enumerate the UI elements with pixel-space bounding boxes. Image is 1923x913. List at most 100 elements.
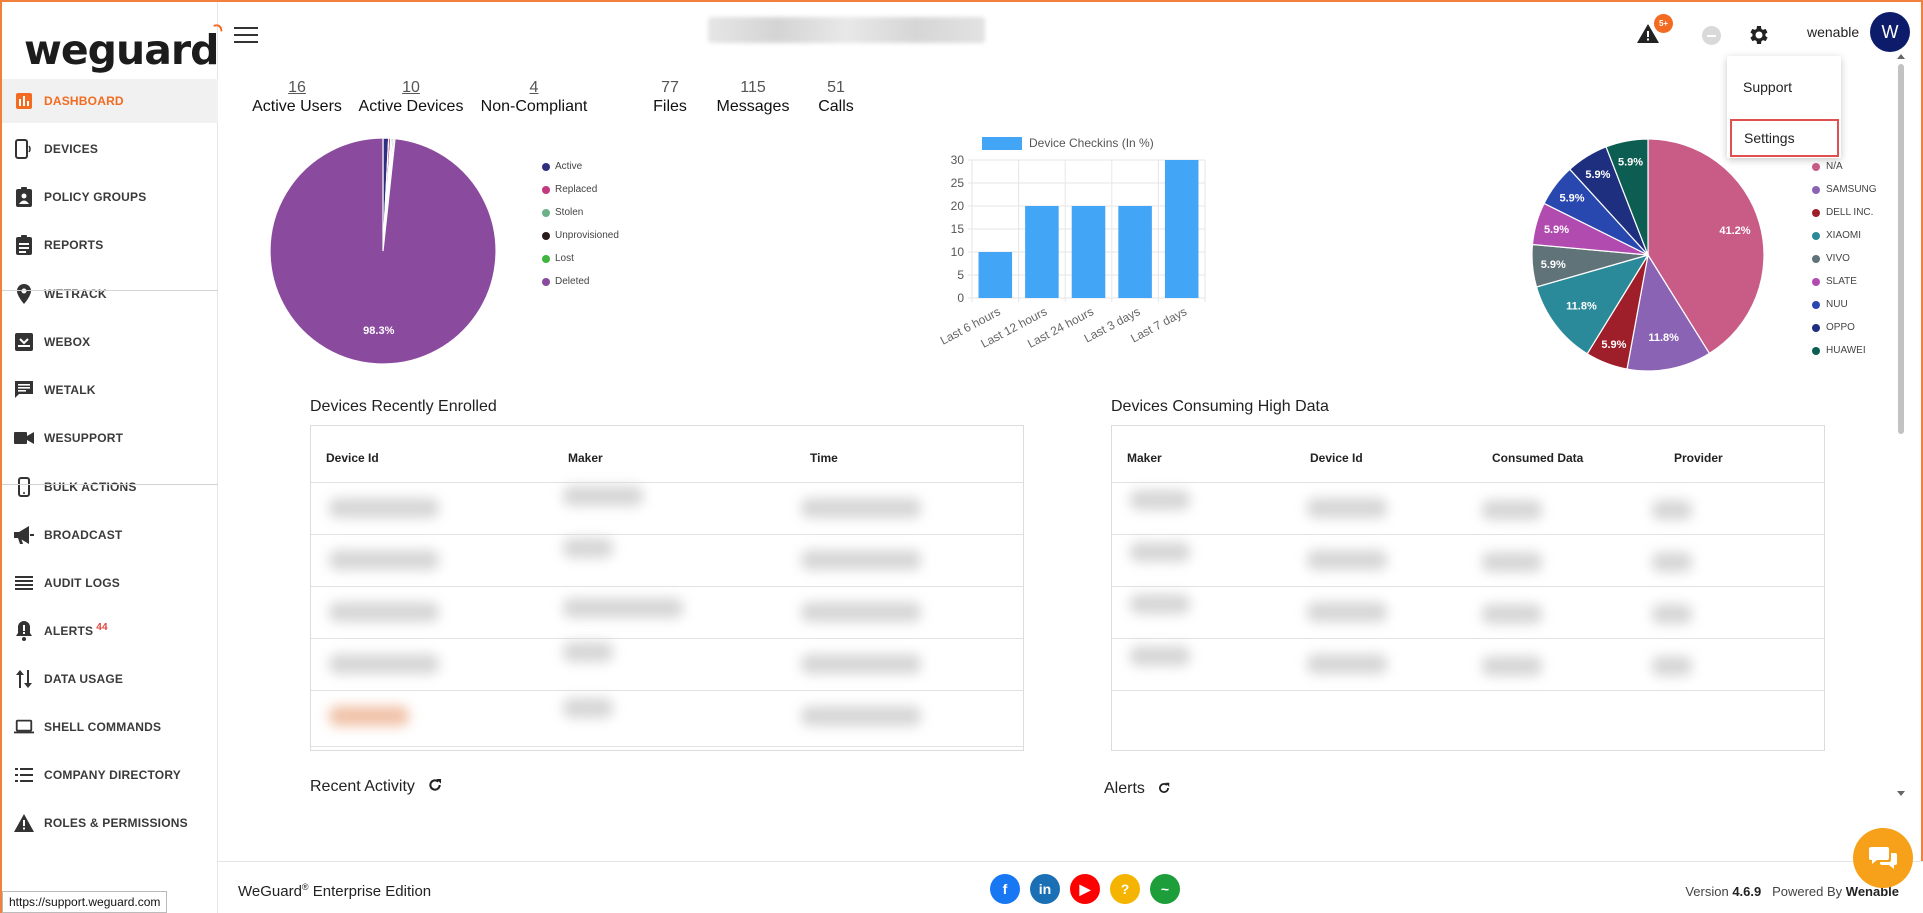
bar-last-6-hours[interactable] bbox=[978, 252, 1013, 298]
sidebar-item-roles-permissions[interactable]: ROLES & PERMISSIONS bbox=[2, 801, 218, 845]
legend-item[interactable]: SLATE bbox=[1812, 276, 1857, 287]
sidebar-item-broadcast[interactable]: BROADCAST bbox=[2, 513, 218, 557]
table-row[interactable] bbox=[329, 706, 409, 726]
sidebar-item-audit-logs[interactable]: AUDIT LOGS bbox=[2, 561, 218, 605]
stat-value[interactable]: 16 bbox=[250, 79, 344, 97]
table-row bbox=[1482, 604, 1542, 624]
stat-value[interactable]: 10 bbox=[356, 79, 466, 97]
legend-item[interactable]: DELL INC. bbox=[1812, 207, 1873, 218]
username[interactable]: wenable bbox=[1807, 24, 1859, 40]
high-data-section-title: Devices Consuming High Data bbox=[1111, 398, 1329, 415]
chat-bubble-icon[interactable] bbox=[1853, 828, 1913, 888]
bar-last-12-hours[interactable] bbox=[1025, 206, 1059, 298]
pie-data-label: 5.9% bbox=[1585, 169, 1610, 181]
help-icon[interactable]: ? bbox=[1110, 874, 1140, 904]
table-row[interactable] bbox=[1130, 646, 1190, 666]
legend-item[interactable]: XIAOMI bbox=[1812, 230, 1861, 241]
sidebar-item-alerts[interactable]: ALERTS 44 bbox=[2, 609, 218, 653]
sidebar-item-policy-groups[interactable]: POLICY GROUPS bbox=[2, 175, 218, 219]
sidebar-item-wetrack[interactable]: WETRACK bbox=[2, 272, 218, 316]
scroll-down-arrow[interactable] bbox=[1897, 791, 1905, 796]
version-info: Version 4.6.9 Powered By Wenable bbox=[1685, 884, 1899, 899]
table-row[interactable] bbox=[329, 654, 439, 674]
table-row bbox=[1307, 550, 1387, 570]
column-header[interactable]: Maker bbox=[1127, 451, 1162, 465]
mobile-icon bbox=[14, 477, 34, 497]
legend-item[interactable]: VIVO bbox=[1812, 253, 1850, 264]
table-row[interactable] bbox=[329, 498, 439, 518]
sidebar-item-devices[interactable]: DEVICES bbox=[2, 127, 218, 171]
sidebar-item-data-usage[interactable]: DATA USAGE bbox=[2, 657, 218, 701]
sidebar-item-wetalk[interactable]: WETALK bbox=[2, 368, 218, 412]
legend-item[interactable]: NUU bbox=[1812, 299, 1848, 310]
stat-label: Non-Compliant bbox=[480, 98, 588, 115]
avatar[interactable]: W bbox=[1870, 12, 1910, 52]
stat-active-users[interactable]: 16 Active Users bbox=[250, 79, 344, 116]
legend-label: OPPO bbox=[1826, 322, 1855, 333]
nav-divider bbox=[2, 290, 218, 291]
youtube-icon[interactable]: ▶ bbox=[1070, 874, 1100, 904]
sidebar-item-shell-commands[interactable]: SHELL COMMANDS bbox=[2, 705, 218, 749]
device-maker-pie-chart: 41.2%11.8%5.9%11.8%5.9%5.9%5.9%5.9%5.9% bbox=[1531, 138, 1765, 372]
legend-item[interactable]: HUAWEI bbox=[1812, 345, 1866, 356]
table-row bbox=[801, 706, 921, 726]
table-row[interactable] bbox=[329, 550, 439, 570]
stat-active-devices[interactable]: 10 Active Devices bbox=[356, 79, 466, 116]
table-row[interactable] bbox=[1130, 542, 1190, 562]
legend-item[interactable]: Unprovisioned bbox=[542, 230, 619, 241]
legend-item[interactable]: OPPO bbox=[1812, 322, 1855, 333]
column-header[interactable]: Device Id bbox=[326, 451, 379, 465]
scrollbar[interactable] bbox=[1896, 64, 1906, 434]
column-header[interactable]: Maker bbox=[568, 451, 603, 465]
megaphone-icon bbox=[14, 525, 34, 545]
table-row[interactable] bbox=[1130, 594, 1190, 614]
sidebar-item-company-directory[interactable]: COMPANY DIRECTORY bbox=[2, 753, 218, 797]
y-tick-label: 0 bbox=[957, 291, 964, 305]
stat-value[interactable]: 4 bbox=[478, 79, 590, 97]
table-row[interactable] bbox=[329, 602, 439, 622]
facebook-icon[interactable]: f bbox=[990, 874, 1020, 904]
legend-item[interactable]: Active bbox=[542, 161, 582, 172]
scrollbar-thumb[interactable] bbox=[1898, 64, 1904, 434]
device-status-pie-chart: 98.3% bbox=[269, 137, 497, 365]
menu-item-support[interactable]: Support bbox=[1743, 79, 1792, 95]
menu-toggle-icon[interactable] bbox=[234, 27, 258, 47]
y-tick-label: 5 bbox=[957, 268, 964, 282]
clipboard-person-icon bbox=[14, 187, 34, 207]
column-header[interactable]: Provider bbox=[1674, 451, 1723, 465]
sidebar-item-bulk-actions[interactable]: BULK ACTIONS bbox=[2, 465, 218, 509]
legend-label: SAMSUNG bbox=[1826, 184, 1877, 195]
bar-last-7-days[interactable] bbox=[1164, 160, 1199, 298]
legend-dot bbox=[1812, 208, 1820, 217]
refresh-icon[interactable] bbox=[427, 777, 443, 793]
sidebar-item-wesupport[interactable]: WESUPPORT bbox=[2, 416, 218, 460]
status-indicator-icon[interactable] bbox=[1702, 26, 1721, 45]
legend-item[interactable]: N/A bbox=[1812, 161, 1843, 172]
sidebar-item-webox[interactable]: WEBOX bbox=[2, 320, 218, 364]
legend-item[interactable]: Replaced bbox=[542, 184, 597, 195]
legend-dot bbox=[542, 277, 550, 286]
linkedin-icon[interactable]: in bbox=[1030, 874, 1060, 904]
weguard-logo[interactable]: weguard bbox=[24, 23, 224, 74]
bar-last-3-days[interactable] bbox=[1118, 206, 1152, 298]
legend-item[interactable]: Deleted bbox=[542, 276, 589, 287]
stat-non-compliant[interactable]: 4 Non-Compliant bbox=[478, 79, 590, 116]
menu-item-settings[interactable]: Settings bbox=[1730, 119, 1839, 157]
column-header[interactable]: Time bbox=[810, 451, 838, 465]
sidebar-item-reports[interactable]: REPORTS bbox=[2, 223, 218, 267]
sidebar-item-label: COMPANY DIRECTORY bbox=[44, 768, 181, 782]
pulse-icon[interactable]: ~ bbox=[1150, 874, 1180, 904]
refresh-icon[interactable] bbox=[1157, 781, 1171, 795]
gear-icon[interactable] bbox=[1747, 23, 1771, 47]
sidebar-item-dashboard[interactable]: DASHBOARD bbox=[2, 79, 218, 123]
legend-item[interactable]: Stolen bbox=[542, 207, 583, 218]
legend-item[interactable]: Lost bbox=[542, 253, 574, 264]
legend-item[interactable]: SAMSUNG bbox=[1812, 184, 1877, 195]
column-header[interactable]: Consumed Data bbox=[1492, 451, 1583, 465]
table-row[interactable] bbox=[1130, 490, 1190, 510]
alerts-count-badge: 44 bbox=[96, 621, 108, 633]
scroll-up-arrow[interactable] bbox=[1897, 54, 1905, 59]
column-header[interactable]: Device Id bbox=[1310, 451, 1363, 465]
table-row bbox=[801, 602, 921, 622]
bar-last-24-hours[interactable] bbox=[1071, 206, 1106, 298]
